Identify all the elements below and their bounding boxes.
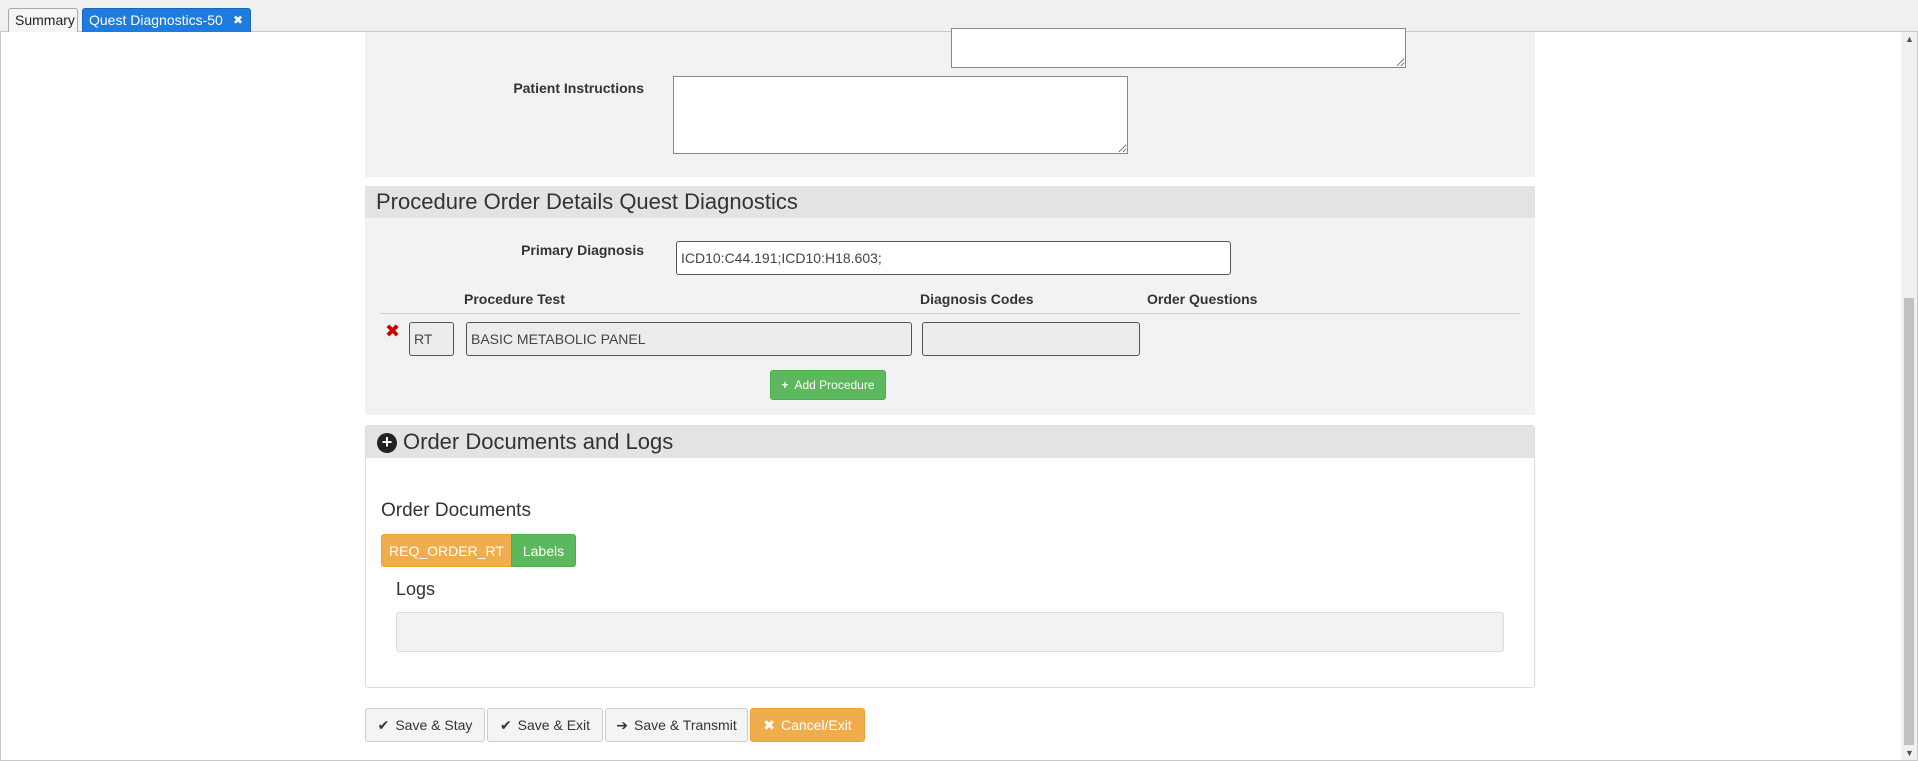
vertical-scrollbar[interactable]: ▲ ▼ — [1901, 32, 1917, 760]
previous-textarea[interactable] — [951, 28, 1406, 68]
check-icon: ✔ — [499, 716, 512, 733]
tab-summary[interactable]: Summary — [8, 8, 78, 32]
logs-label: Logs — [396, 579, 436, 599]
delete-icon[interactable]: ✖ — [385, 321, 400, 342]
scroll-down-icon[interactable]: ▼ — [1905, 748, 1914, 758]
add-procedure-label: Add Procedure — [794, 378, 875, 392]
logs-box — [396, 612, 1504, 652]
plus-icon: + — [781, 378, 789, 392]
save-transmit-label: Save & Transmit — [634, 716, 737, 733]
check-icon: ✔ — [377, 716, 390, 733]
patient-instructions-textarea[interactable] — [673, 76, 1128, 154]
procedure-section-title: Procedure Order Details Quest Diagnostic… — [365, 186, 1535, 218]
scroll-up-icon[interactable]: ▲ — [1905, 34, 1914, 44]
tab-quest-diagnostics[interactable]: Quest Diagnostics-50 ✖ — [82, 8, 251, 32]
close-icon[interactable]: ✖ — [233, 9, 243, 31]
save-stay-label: Save & Stay — [395, 716, 473, 733]
diagnosis-codes-input[interactable] — [922, 322, 1140, 356]
col-procedure-test: Procedure Test — [464, 291, 565, 307]
req-order-rt-button[interactable]: REQ_ORDER_RT — [381, 534, 512, 567]
cancel-exit-button[interactable]: ✖ Cancel/Exit — [750, 708, 865, 742]
cancel-exit-label: Cancel/Exit — [780, 716, 852, 733]
arrow-right-icon: ➔ — [616, 716, 629, 733]
tab-quest-diagnostics-label: Quest Diagnostics-50 — [89, 12, 223, 28]
primary-diagnosis-label: Primary Diagnosis — [521, 242, 644, 258]
documents-section-title[interactable]: + Order Documents and Logs — [366, 426, 1534, 458]
save-stay-button[interactable]: ✔ Save & Stay — [365, 708, 485, 742]
save-exit-button[interactable]: ✔ Save & Exit — [487, 708, 603, 742]
primary-diagnosis-input[interactable] — [676, 241, 1231, 275]
save-exit-label: Save & Exit — [517, 716, 591, 733]
col-order-questions: Order Questions — [1147, 291, 1258, 307]
patient-instructions-label: Patient Instructions — [513, 80, 644, 96]
procedure-test-input[interactable] — [466, 322, 912, 356]
scrollbar-thumb[interactable] — [1904, 298, 1914, 745]
procedure-code-input[interactable] — [409, 322, 454, 356]
col-diagnosis-codes: Diagnosis Codes — [920, 291, 1034, 307]
documents-section-title-text: Order Documents and Logs — [403, 429, 674, 454]
save-transmit-button[interactable]: ➔ Save & Transmit — [605, 708, 748, 742]
order-documents-label: Order Documents — [381, 500, 531, 521]
tab-summary-label: Summary — [15, 12, 75, 28]
plus-circle-icon[interactable]: + — [377, 433, 397, 453]
table-divider — [380, 313, 1520, 314]
add-procedure-button[interactable]: + Add Procedure — [770, 370, 886, 400]
labels-button[interactable]: Labels — [511, 534, 576, 567]
times-icon: ✖ — [763, 716, 775, 733]
